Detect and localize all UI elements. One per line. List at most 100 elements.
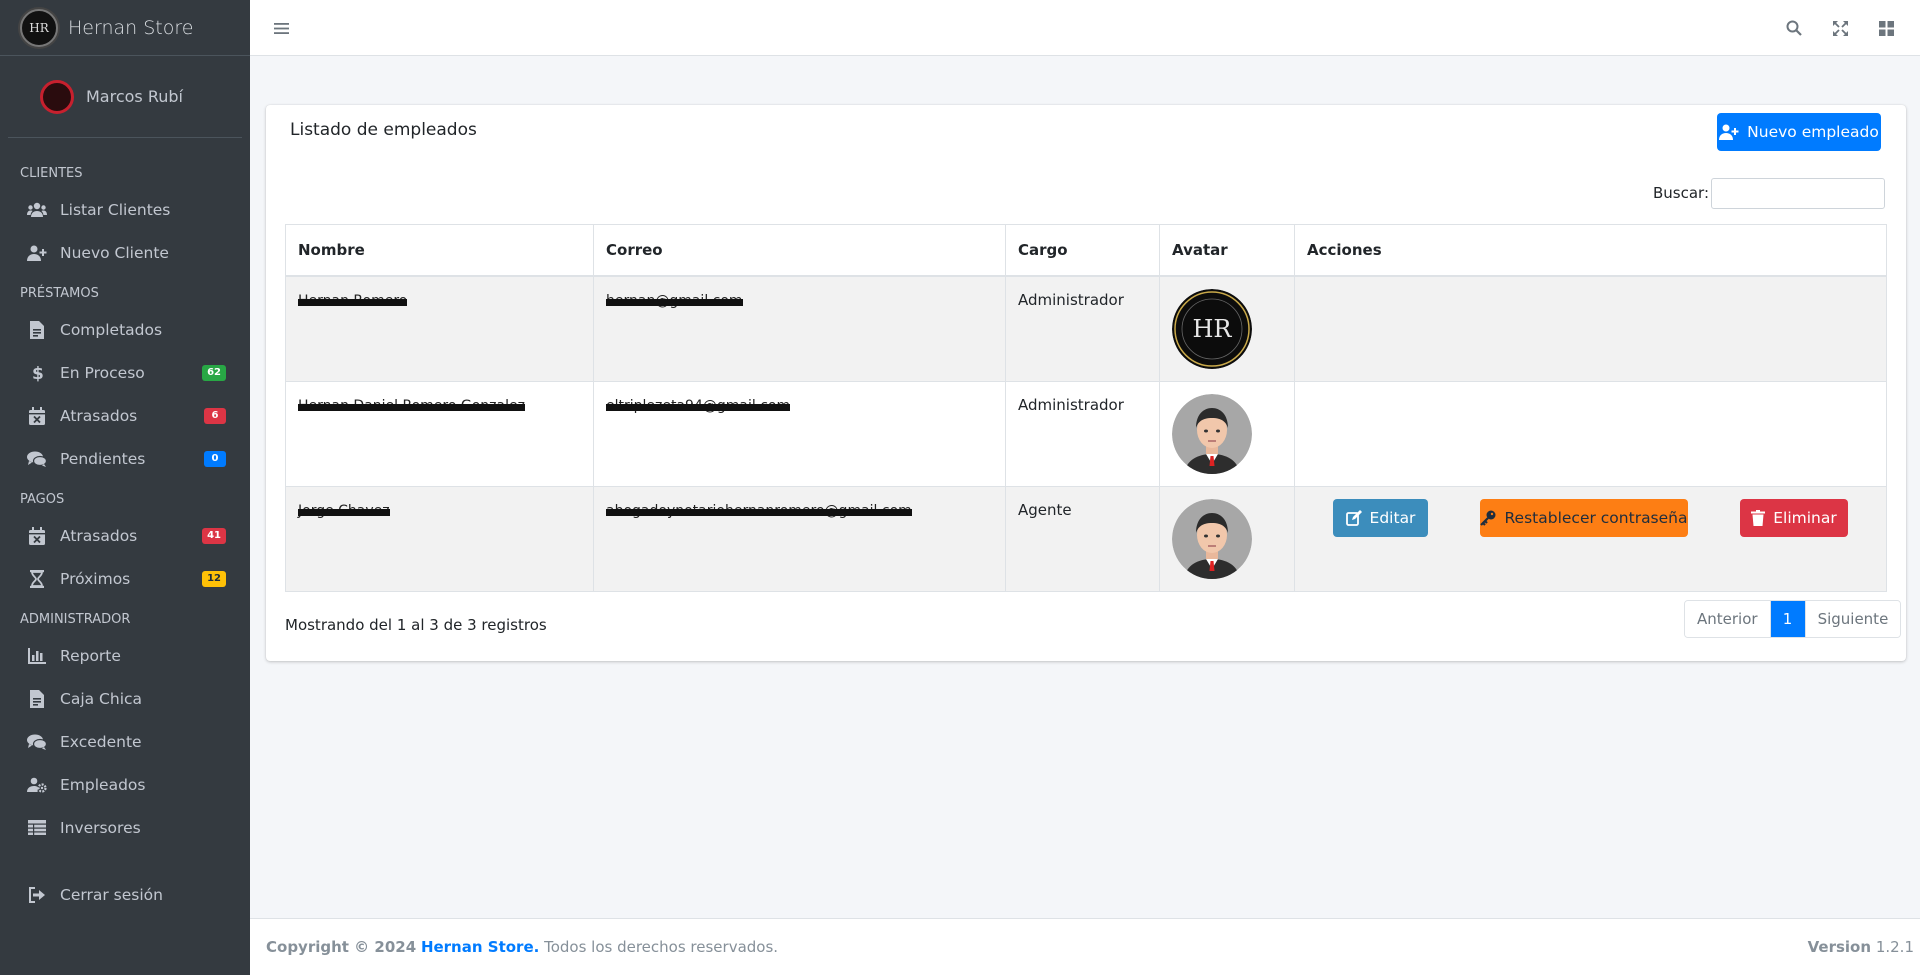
sidebar-item-label: Cerrar sesión xyxy=(60,885,163,904)
new-employee-label: Nuevo empleado xyxy=(1747,123,1879,141)
employees-card: Listado de empleados Nuevo empleado Busc… xyxy=(266,105,1906,661)
sidebar-item-label: Inversores xyxy=(60,818,141,837)
version-number: 1.2.1 xyxy=(1875,938,1914,956)
sidebar-item-label: En Proceso xyxy=(60,363,145,382)
search-label: Buscar: xyxy=(1653,184,1710,202)
search-input[interactable] xyxy=(1711,178,1885,209)
footer-copyright: Copyright © 2024 Hernan Store. Todos los… xyxy=(266,938,778,956)
sidebar-item-label: Completados xyxy=(60,320,163,339)
copyright-text: Copyright © 2024 xyxy=(266,938,417,956)
redacted-email: hernan@gmail.com xyxy=(606,292,743,309)
sidebar-item-label: Pendientes xyxy=(60,449,146,468)
chart-bar-icon xyxy=(26,647,48,664)
file-invoice-icon xyxy=(26,689,48,708)
comments-icon xyxy=(26,734,48,750)
column-header-correo[interactable]: Correo xyxy=(593,224,1006,277)
trash-icon xyxy=(1751,509,1766,526)
menu-icon[interactable] xyxy=(271,18,291,38)
column-header-cargo[interactable]: Cargo xyxy=(1005,224,1160,277)
sidebar-item-inversores[interactable]: Inversores xyxy=(0,806,250,849)
footer-brand-link[interactable]: Hernan Store. xyxy=(421,938,539,956)
sidebar: HR Hernan Store Marcos Rubí CLIENTES Lis… xyxy=(0,0,250,975)
sidebar-item-label: Nuevo Cliente xyxy=(60,243,169,262)
brand-name: Hernan Store xyxy=(68,16,194,39)
column-header-nombre[interactable]: Nombre xyxy=(285,224,594,277)
version-label: Version xyxy=(1807,938,1872,956)
new-employee-button[interactable]: Nuevo empleado xyxy=(1717,113,1881,151)
logo-avatar: HR xyxy=(1172,288,1252,369)
delete-button[interactable]: Eliminar xyxy=(1740,498,1848,537)
dollar-icon: $ xyxy=(26,364,48,382)
redacted-name: Jorge Chavez xyxy=(298,502,390,519)
cell-email: hernan@gmail.com xyxy=(593,275,1006,382)
edit-label: Editar xyxy=(1369,508,1416,527)
table-row: Jorge Chavez abogadoynotariohernanromero… xyxy=(285,485,1887,592)
cell-email: abogadoynotariohernanromero@gmail.com xyxy=(593,485,1006,592)
cell-name: Hernan Romero xyxy=(285,275,594,382)
cell-actions xyxy=(1294,380,1887,487)
file-invoice-icon xyxy=(26,320,48,339)
grid-icon[interactable] xyxy=(1876,18,1896,38)
sidebar-item-empleados[interactable]: Empleados xyxy=(0,763,250,806)
nav-header-pagos: PAGOS xyxy=(20,492,65,507)
brand-link[interactable]: HR Hernan Store xyxy=(0,0,250,56)
redacted-email: eltriplezeta94@gmail.com xyxy=(606,397,791,414)
cell-avatar xyxy=(1159,485,1295,592)
sidebar-item-listar-clientes[interactable]: Listar Clientes xyxy=(0,188,250,231)
sidebar-item-atrasados-prestamos[interactable]: Atrasados 6 xyxy=(0,394,250,437)
sidebar-item-reporte[interactable]: Reporte xyxy=(0,634,250,677)
user-name: Marcos Rubí xyxy=(86,87,183,106)
edit-button[interactable]: Editar xyxy=(1333,498,1428,537)
sidebar-item-label: Reporte xyxy=(60,646,121,665)
sidebar-item-nuevo-cliente[interactable]: Nuevo Cliente xyxy=(0,231,250,274)
cell-avatar xyxy=(1159,380,1295,487)
sidebar-item-caja-chica[interactable]: Caja Chica xyxy=(0,677,250,720)
count-badge: 6 xyxy=(204,407,226,424)
footer: Copyright © 2024 Hernan Store. Todos los… xyxy=(250,918,1920,975)
sidebar-item-atrasados-pagos[interactable]: Atrasados 41 xyxy=(0,514,250,557)
redacted-name: Hernan Romero xyxy=(298,292,408,309)
cell-role: Administrador xyxy=(1005,275,1160,382)
calendar-x-icon xyxy=(26,526,48,545)
table-row: Hernan Romero hernan@gmail.com Administr… xyxy=(285,275,1887,382)
search-icon[interactable] xyxy=(1784,18,1804,38)
brand-logo: HR xyxy=(20,8,58,47)
cell-name: Hernan Daniel Romero Gonzalez xyxy=(285,380,594,487)
reset-password-button[interactable]: Restablecer contraseña xyxy=(1480,498,1688,537)
pagination: Anterior 1 Siguiente xyxy=(1684,600,1902,638)
table-info: Mostrando del 1 al 3 de 3 registros xyxy=(285,616,547,634)
sidebar-item-excedente[interactable]: Excedente xyxy=(0,720,250,763)
pagination-page[interactable]: 1 xyxy=(1770,601,1805,637)
employees-table: Nombre Correo Cargo Avatar Acciones Hern… xyxy=(285,224,1887,592)
comments-icon xyxy=(26,451,48,467)
table-row: Hernan Daniel Romero Gonzalez eltripleze… xyxy=(285,380,1887,487)
sidebar-item-proximos[interactable]: Próximos 12 xyxy=(0,557,250,600)
svg-text:HR: HR xyxy=(1193,315,1233,343)
pagination-previous[interactable]: Anterior xyxy=(1685,601,1771,637)
hourglass-icon xyxy=(26,569,48,588)
user-plus-icon xyxy=(1719,124,1739,140)
cell-email: eltriplezeta94@gmail.com xyxy=(593,380,1006,487)
table-list-icon xyxy=(26,820,48,835)
cell-role: Agente xyxy=(1005,485,1160,592)
sidebar-item-label: Atrasados xyxy=(60,526,138,545)
count-badge: 12 xyxy=(202,570,226,587)
users-icon xyxy=(26,202,48,218)
column-header-acciones[interactable]: Acciones xyxy=(1294,224,1887,277)
sidebar-item-pendientes[interactable]: Pendientes 0 xyxy=(0,437,250,480)
sidebar-item-completados[interactable]: Completados xyxy=(0,308,250,351)
nav-header-administrador: ADMINISTRADOR xyxy=(20,612,131,627)
cell-name: Jorge Chavez xyxy=(285,485,594,592)
calendar-x-icon xyxy=(26,406,48,425)
sidebar-item-cerrar-sesion[interactable]: Cerrar sesión xyxy=(0,873,250,916)
column-header-avatar[interactable]: Avatar xyxy=(1159,224,1295,277)
fullscreen-icon[interactable] xyxy=(1830,18,1850,38)
svg-text:$: $ xyxy=(32,364,43,382)
sign-out-icon xyxy=(26,886,48,903)
pagination-next[interactable]: Siguiente xyxy=(1804,601,1901,637)
sidebar-item-label: Caja Chica xyxy=(60,689,143,708)
count-badge: 62 xyxy=(202,364,226,381)
sidebar-item-en-proceso[interactable]: $ En Proceso 62 xyxy=(0,351,250,394)
nav-header-prestamos: PRÉSTAMOS xyxy=(20,286,99,301)
user-panel[interactable]: Marcos Rubí xyxy=(8,56,242,138)
